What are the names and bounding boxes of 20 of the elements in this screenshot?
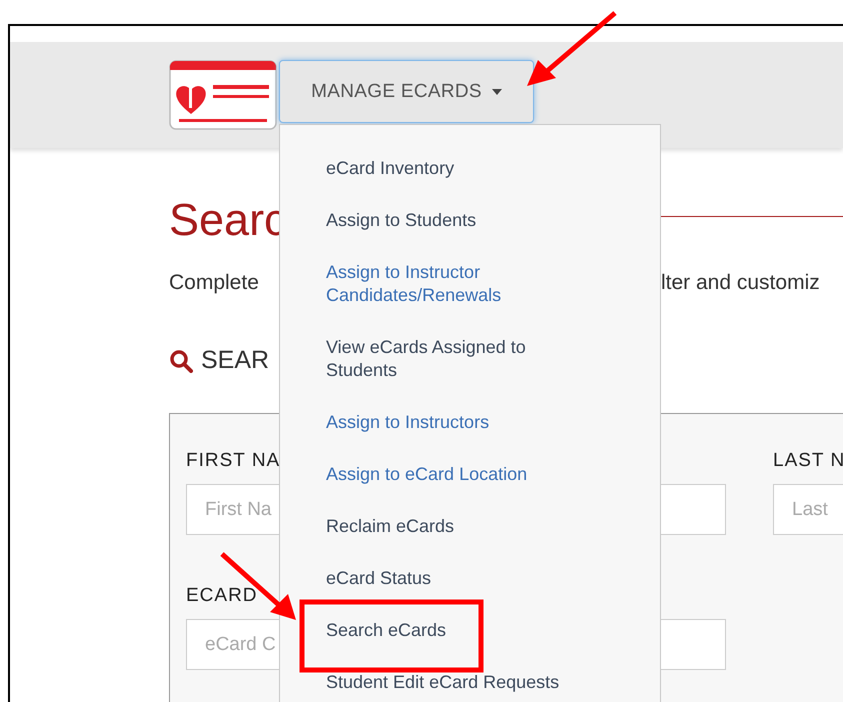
menu-item[interactable]: Assign to eCard Location	[326, 452, 576, 497]
field-label: FIRST NA	[186, 450, 282, 472]
menu-item[interactable]: Assign to Instructor Candidates/Renewals	[326, 250, 576, 318]
menu-item[interactable]: eCard Inventory	[326, 146, 576, 191]
menu-item[interactable]: Assign to Instructors	[326, 400, 576, 445]
menu-item[interactable]: eCard Status	[326, 556, 576, 601]
menu-item[interactable]: Search eCards	[326, 608, 576, 653]
intro-text: Complete	[169, 270, 260, 296]
input-field[interactable]: Last	[773, 484, 843, 535]
section-heading: SEAR	[201, 346, 270, 375]
menu-item[interactable]: Student Edit eCard Requests	[326, 660, 576, 702]
menu-item[interactable]: View eCards Assigned to Students	[326, 325, 576, 393]
intro-text: lter and customiz	[661, 270, 821, 296]
page-title: Searc	[169, 194, 279, 246]
search-icon	[169, 348, 193, 372]
caret-icon	[492, 88, 502, 94]
menu-item[interactable]: Assign to Students	[326, 198, 576, 243]
menu-item[interactable]: Reclaim eCards	[326, 504, 576, 549]
manage-ecards-dropdown[interactable]: MANAGE ECARDS	[279, 60, 534, 123]
field-label: ECARD	[186, 585, 259, 607]
